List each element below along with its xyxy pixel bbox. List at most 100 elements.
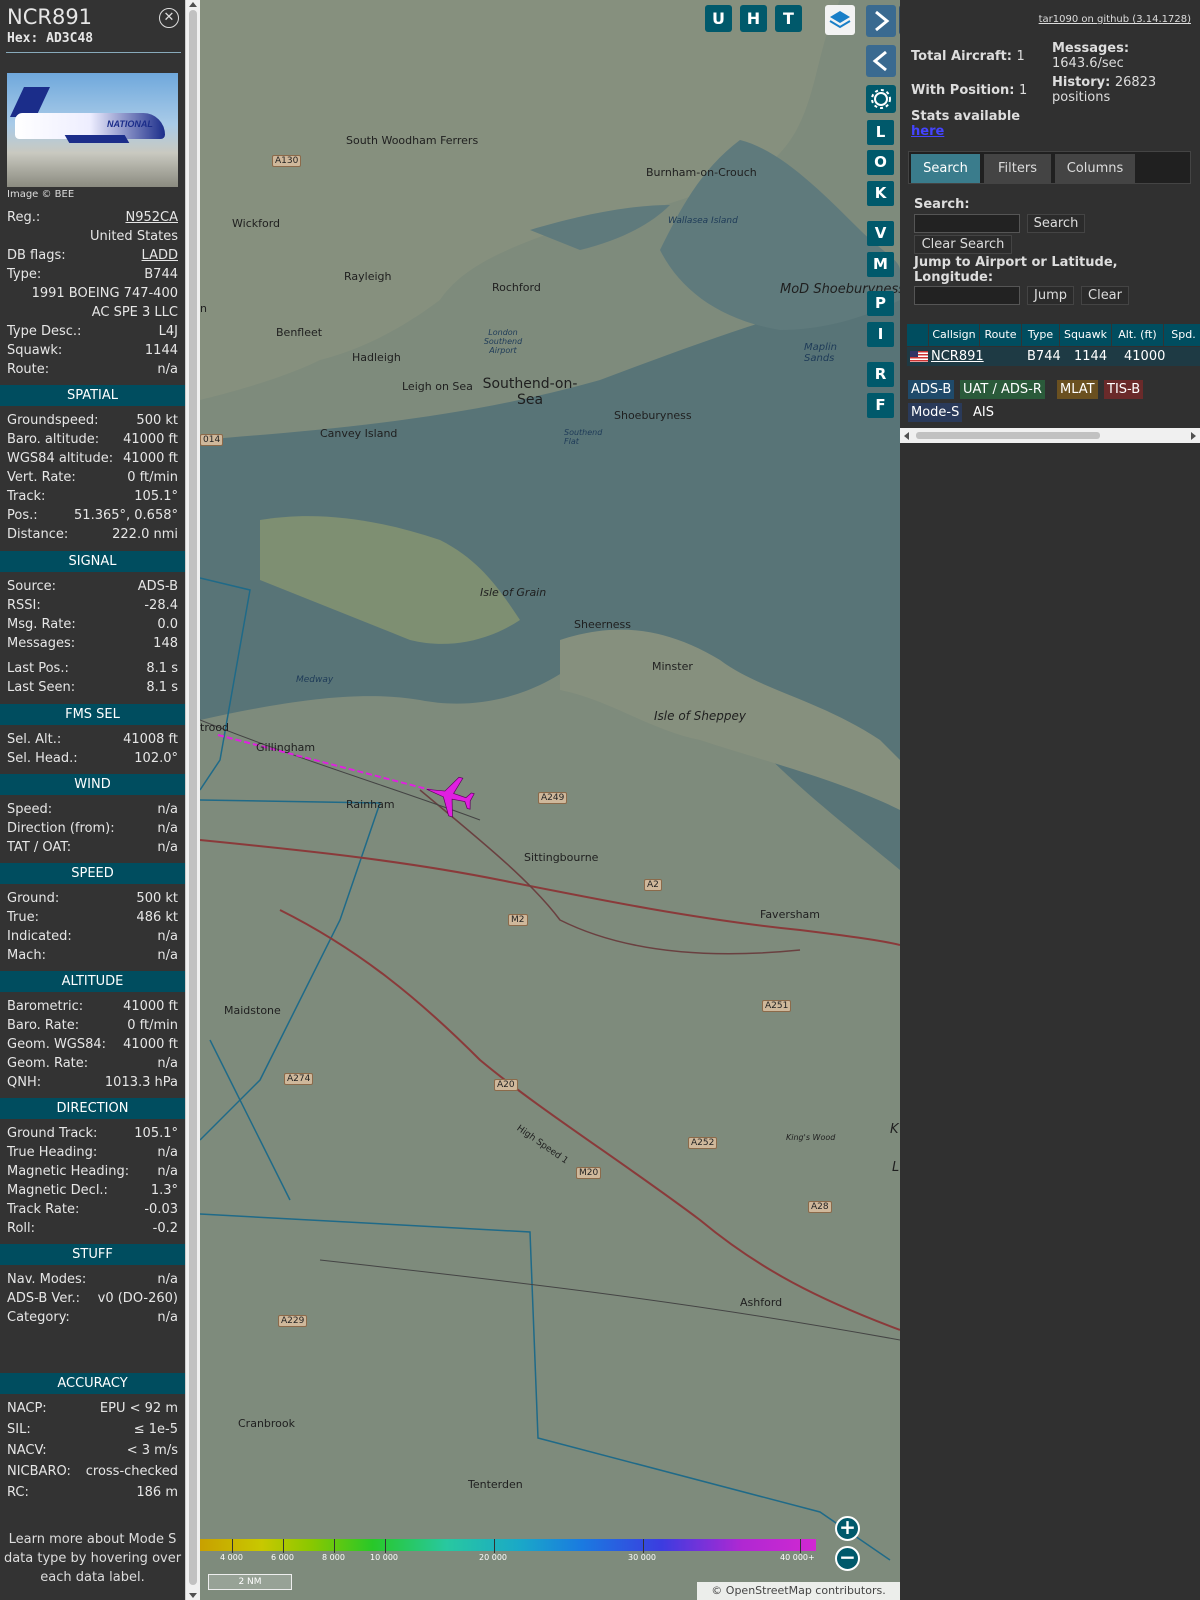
zoom-in-button[interactable]: +: [835, 1516, 860, 1541]
section-header-spatial[interactable]: SPATIAL: [0, 385, 185, 406]
info-row: 1991 BOEING 747-400: [7, 284, 178, 303]
info-label: Last Pos.:: [7, 661, 69, 676]
collapse-left-icon[interactable]: [866, 45, 896, 77]
panel-tabs: Search Filters Columns: [908, 151, 1191, 184]
place-label: King's Wood: [786, 1133, 836, 1142]
map-button-v[interactable]: V: [867, 221, 894, 246]
map-button-f[interactable]: F: [867, 393, 894, 418]
jump-button[interactable]: Jump: [1027, 286, 1074, 305]
us-flag-icon: [910, 351, 928, 362]
section-header-wind[interactable]: WIND: [0, 774, 185, 795]
info-label: NACV:: [7, 1443, 47, 1458]
table-horizontal-scrollbar[interactable]: [900, 428, 1200, 443]
info-value: EPU < 92 m: [99, 1401, 178, 1416]
info-label: Track Rate:: [7, 1202, 80, 1217]
place-label: Isle of Sheppey: [654, 709, 747, 723]
info-label: RC:: [7, 1485, 29, 1500]
close-icon[interactable]: ✕: [159, 8, 179, 28]
tab-filters[interactable]: Filters: [984, 154, 1051, 183]
map-button-p[interactable]: P: [867, 291, 894, 316]
info-label: Reg.:: [7, 210, 41, 225]
info-value: 41008 ft: [123, 732, 178, 747]
map-attribution[interactable]: © OpenStreetMap contributors.: [697, 1582, 900, 1600]
info-label: Distance:: [7, 527, 69, 542]
info-value[interactable]: N952CA: [125, 208, 178, 227]
map-button-i[interactable]: I: [867, 322, 894, 347]
info-label: Roll:: [7, 1221, 36, 1236]
info-label: SIL:: [7, 1422, 31, 1437]
section-header-stuff[interactable]: STUFF: [0, 1244, 185, 1265]
info-value[interactable]: LADD: [142, 246, 178, 265]
table-row[interactable]: NCR891 B744 1144 41000: [907, 347, 1200, 366]
info-value: cross-checked: [85, 1464, 178, 1479]
map-button-r[interactable]: R: [867, 362, 894, 387]
column-speed[interactable]: Spd.: [1164, 324, 1200, 346]
info-row: AC SPE 3 LLC: [7, 303, 178, 322]
map-button-u[interactable]: U: [705, 5, 732, 32]
road-label: A28: [808, 1201, 832, 1213]
column-route[interactable]: Route: [980, 324, 1022, 346]
road-label: A249: [538, 792, 568, 804]
zoom-out-button[interactable]: −: [835, 1546, 860, 1571]
info-value: 222.0 nmi: [112, 527, 178, 542]
map-view[interactable]: South Woodham Ferrers Burnham-on-Crouch …: [200, 0, 900, 1600]
section-header-direction[interactable]: DIRECTION: [0, 1098, 185, 1119]
section-header-signal[interactable]: SIGNAL: [0, 551, 185, 572]
row-callsign[interactable]: NCR891: [931, 347, 984, 366]
place-label: Sheerness: [574, 618, 632, 631]
history-stat: History: 26823 positions: [1052, 75, 1157, 105]
info-label: Sel. Head.:: [7, 751, 78, 766]
messages-stat: Messages: 1643.6/sec: [1052, 41, 1130, 71]
settings-gear-icon[interactable]: [866, 85, 896, 113]
road-label: A2: [644, 879, 662, 891]
info-value: 486 kt: [136, 910, 178, 925]
info-label: True Heading:: [7, 1145, 98, 1160]
color-scale-tick: 4 000: [220, 1553, 243, 1562]
info-label: WGS84 altitude:: [7, 451, 114, 466]
search-button[interactable]: Search: [1027, 214, 1085, 233]
map-button-h[interactable]: H: [740, 5, 767, 32]
row-altitude: 41000: [1124, 349, 1166, 364]
github-link[interactable]: tar1090 on github (3.14.1728): [1039, 14, 1191, 25]
info-label: Vert. Rate:: [7, 470, 76, 485]
road-label: A130: [272, 155, 302, 167]
info-row: TAT / OAT: n/a: [7, 838, 178, 857]
map-button-o[interactable]: O: [867, 150, 894, 175]
stats-here-link[interactable]: here: [911, 124, 944, 139]
layers-icon[interactable]: [825, 5, 855, 35]
section-header-fms-sel[interactable]: FMS SEL: [0, 704, 185, 725]
column-altitude[interactable]: Alt. (ft): [1112, 324, 1164, 346]
place-label: Maidstone: [224, 1004, 281, 1017]
place-label: trood: [200, 721, 230, 734]
road-label: M20: [576, 1167, 602, 1179]
clear-button[interactable]: Clear: [1081, 286, 1129, 305]
column-squawk[interactable]: Squawk: [1060, 324, 1112, 346]
map-button-l[interactable]: L: [867, 120, 894, 145]
map-button-t[interactable]: T: [775, 5, 802, 32]
column-flag[interactable]: [907, 324, 929, 346]
column-type[interactable]: Type: [1022, 324, 1060, 346]
tab-search[interactable]: Search: [911, 154, 980, 183]
aircraft-photo[interactable]: NATIONAL: [7, 73, 178, 187]
photo-credit: Image © BEE: [7, 189, 75, 200]
place-label: Isle of Grain: [480, 586, 547, 599]
info-row: Roll: -0.2: [7, 1219, 178, 1238]
section-header-accuracy[interactable]: ACCURACY: [0, 1373, 185, 1394]
map-button-m[interactable]: M: [867, 252, 894, 277]
info-row: SIL: ≤ 1e-5: [7, 1420, 178, 1439]
info-row: Groundspeed: 500 kt: [7, 411, 178, 430]
tab-columns[interactable]: Columns: [1055, 154, 1135, 183]
section-header-speed[interactable]: SPEED: [0, 863, 185, 884]
jump-input[interactable]: [914, 286, 1020, 305]
info-row: Mach: n/a: [7, 946, 178, 965]
clear-search-button[interactable]: Clear Search: [914, 235, 1012, 254]
sidebar-scrollbar[interactable]: [185, 0, 200, 1600]
expand-right-icon[interactable]: [866, 5, 896, 37]
info-row: Ground Track: 105.1°: [7, 1124, 178, 1143]
info-row: Geom. Rate: n/a: [7, 1054, 178, 1073]
map-button-k[interactable]: K: [867, 181, 894, 206]
aircraft-list-panel: tar1090 on github (3.14.1728) Total Airc…: [900, 0, 1200, 1600]
search-input[interactable]: [914, 214, 1020, 233]
column-callsign[interactable]: Callsign: [929, 324, 980, 346]
section-header-altitude[interactable]: ALTITUDE: [0, 971, 185, 992]
